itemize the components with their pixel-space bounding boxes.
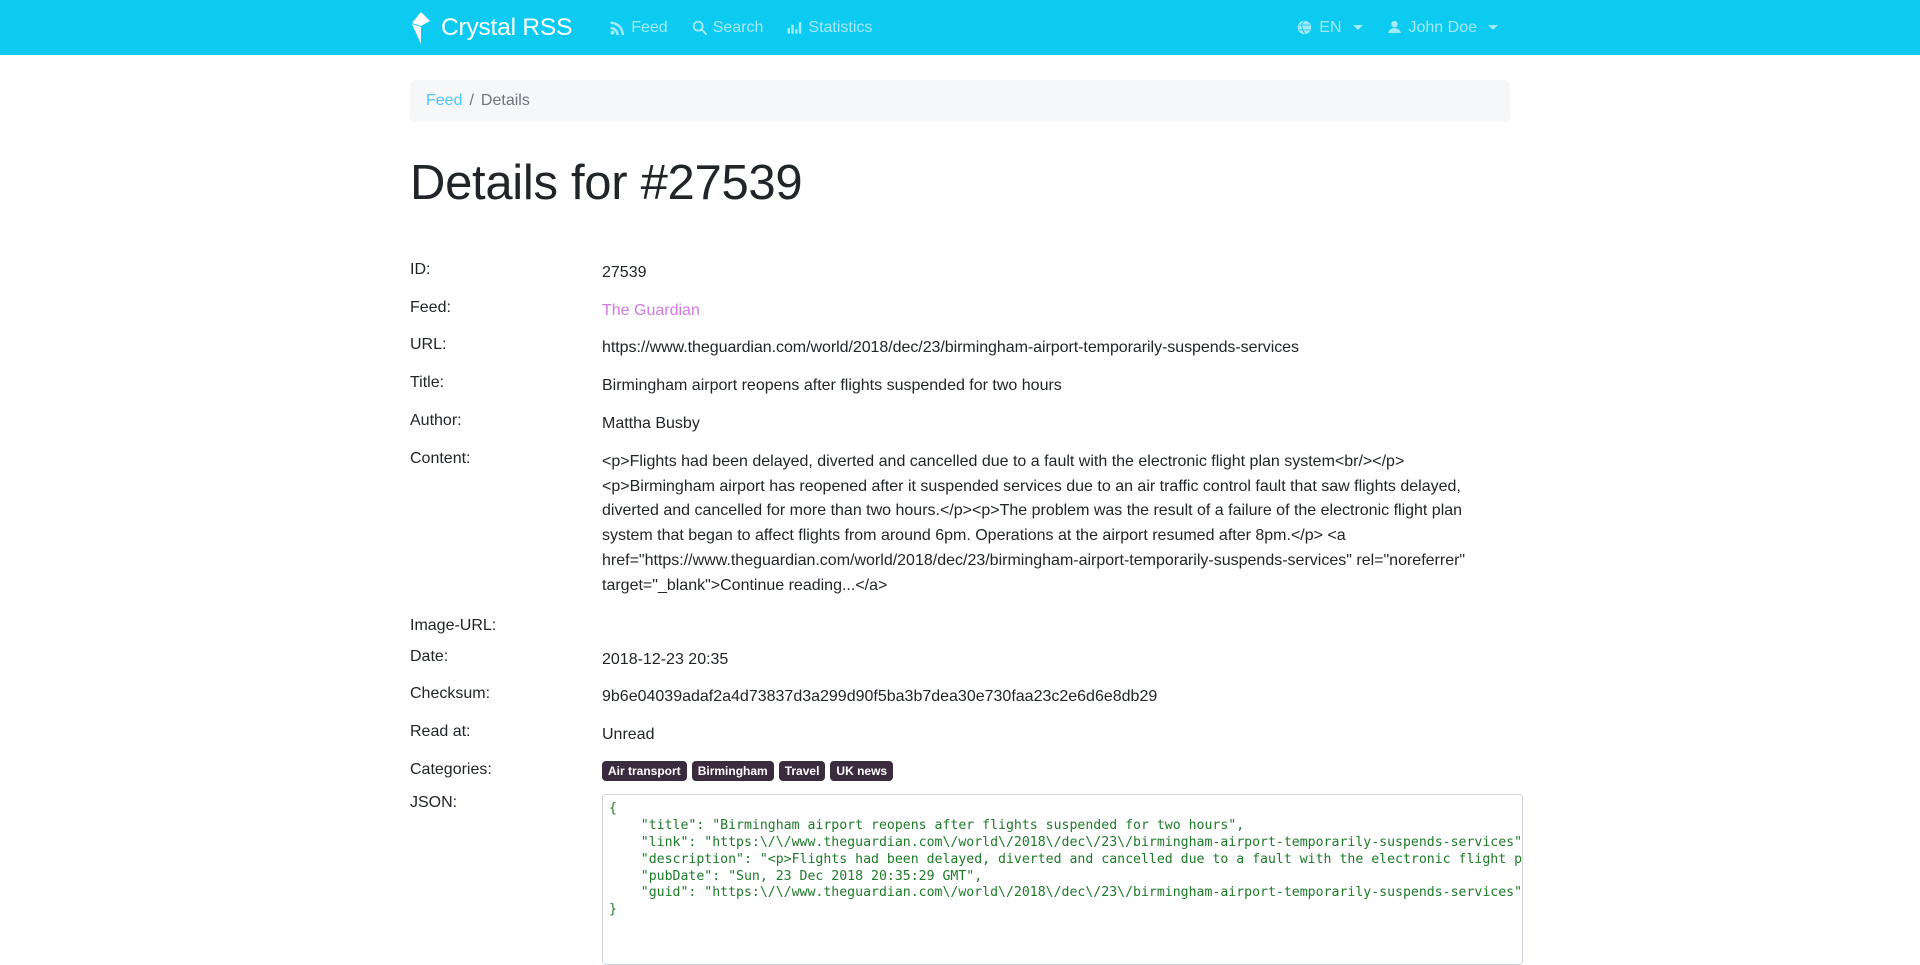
- nav-item-feed[interactable]: Feed: [598, 11, 679, 45]
- detail-value-author: Mattha Busby: [602, 414, 700, 432]
- chevron-down-icon: [1488, 25, 1498, 30]
- detail-label-image-url: Image-URL:: [410, 616, 497, 634]
- detail-value-id: 27539: [602, 263, 647, 281]
- detail-row-id: ID: 27539: [410, 261, 1510, 286]
- crystal-logo-icon: [410, 11, 432, 44]
- nav-link-search[interactable]: Search: [680, 11, 776, 45]
- user-label: John Doe: [1408, 18, 1478, 36]
- nav-label-statistics: Statistics: [808, 18, 873, 36]
- navbar-right-group: EN John Doe: [1285, 11, 1510, 45]
- nav-item-search[interactable]: Search: [680, 11, 776, 45]
- category-badge[interactable]: Air transport: [602, 760, 687, 781]
- category-badge[interactable]: Birmingham: [691, 760, 774, 781]
- nav-link-statistics[interactable]: Statistics: [775, 11, 884, 45]
- rss-feed-icon: [610, 20, 625, 35]
- detail-row-date: Date: 2018-12-23 20:35: [410, 648, 1510, 673]
- detail-value-url: https://www.theguardian.com/world/2018/d…: [602, 339, 1299, 357]
- detail-value-categories: Air transport Birmingham Travel UK news: [602, 760, 1510, 781]
- detail-value-content: <p>Flights had been delayed, diverted an…: [602, 452, 1466, 594]
- detail-label-title: Title:: [410, 374, 445, 392]
- brand-logo-link[interactable]: Crystal RSS: [410, 11, 573, 44]
- nav-label-feed: Feed: [631, 18, 668, 36]
- language-dropdown[interactable]: EN: [1285, 11, 1374, 45]
- language-label: EN: [1319, 18, 1342, 36]
- detail-value-json: { "title": "Birmingham airport reopens a…: [602, 793, 1523, 965]
- primary-nav: Feed Search Statistics: [598, 11, 884, 45]
- breadcrumb-separator: /: [469, 92, 474, 109]
- breadcrumb-link-feed[interactable]: Feed: [426, 92, 462, 110]
- detail-label-content: Content:: [410, 449, 471, 467]
- nav-item-statistics[interactable]: Statistics: [775, 11, 884, 45]
- feed-link[interactable]: The Guardian: [602, 302, 700, 319]
- detail-row-read-at: Read at: Unread: [410, 723, 1510, 748]
- page-title: Details for #27539: [410, 156, 803, 210]
- detail-value-read-at: Unread: [602, 726, 655, 744]
- detail-row-checksum: Checksum: 9b6e04039adaf2a4d73837d3a299d9…: [410, 685, 1510, 710]
- detail-row-title: Title: Birmingham airport reopens after …: [410, 374, 1510, 399]
- json-scroll-box[interactable]: { "title": "Birmingham airport reopens a…: [602, 793, 1523, 965]
- nav-label-search: Search: [712, 18, 764, 36]
- detail-label-id: ID:: [410, 260, 431, 278]
- details-list: ID: 27539 Feed: The Guardian URL: https:…: [410, 261, 1523, 965]
- globe-icon: [1297, 20, 1312, 35]
- detail-label-author: Author:: [410, 411, 462, 429]
- category-badge[interactable]: Travel: [778, 760, 826, 781]
- json-code: { "title": "Birmingham airport reopens a…: [609, 800, 1523, 918]
- nav-link-feed[interactable]: Feed: [598, 11, 679, 45]
- detail-label-url: URL:: [410, 336, 447, 354]
- breadcrumb: Feed / Details: [410, 80, 1510, 122]
- user-icon: [1387, 20, 1402, 35]
- breadcrumb-current: Details: [480, 92, 530, 109]
- brand-title: Crystal RSS: [441, 13, 573, 41]
- detail-label-checksum: Checksum:: [410, 685, 491, 703]
- detail-row-categories: Categories: Air transport Birmingham Trave…: [410, 760, 1510, 781]
- top-navbar: Crystal RSS Feed Search Statistics EN Jo…: [0, 0, 1920, 55]
- detail-value-feed: The Guardian: [602, 299, 1510, 324]
- category-badge[interactable]: UK news: [830, 760, 894, 781]
- detail-row-url: URL: https://www.theguardian.com/world/2…: [410, 336, 1510, 361]
- detail-value-date: 2018-12-23 20:35: [602, 650, 729, 668]
- detail-row-image-url: Image-URL:: [410, 617, 1510, 635]
- detail-label-date: Date:: [410, 647, 449, 665]
- search-icon: [692, 20, 707, 35]
- detail-row-json: JSON: { "title": "Birmingham airport reo…: [410, 793, 1523, 965]
- user-dropdown[interactable]: John Doe: [1375, 11, 1511, 45]
- detail-row-content: Content: <p>Flights had been delayed, di…: [410, 450, 1510, 599]
- detail-row-feed: Feed: The Guardian: [410, 299, 1510, 324]
- detail-label-feed: Feed:: [410, 298, 451, 316]
- detail-value-checksum: 9b6e04039adaf2a4d73837d3a299d90f5ba3b7de…: [602, 688, 1158, 706]
- bar-chart-icon: [787, 20, 802, 35]
- chevron-down-icon: [1352, 25, 1363, 30]
- detail-label-read-at: Read at:: [410, 723, 471, 741]
- page-container: Feed / Details Details for #27539 ID: 27…: [410, 80, 1523, 965]
- detail-label-json: JSON:: [410, 793, 458, 811]
- detail-value-title: Birmingham airport reopens after flights…: [602, 377, 1062, 395]
- detail-label-categories: Categories:: [410, 760, 492, 778]
- detail-row-author: Author: Mattha Busby: [410, 412, 1510, 437]
- category-badge-list: Air transport Birmingham Travel UK news: [602, 760, 1510, 781]
